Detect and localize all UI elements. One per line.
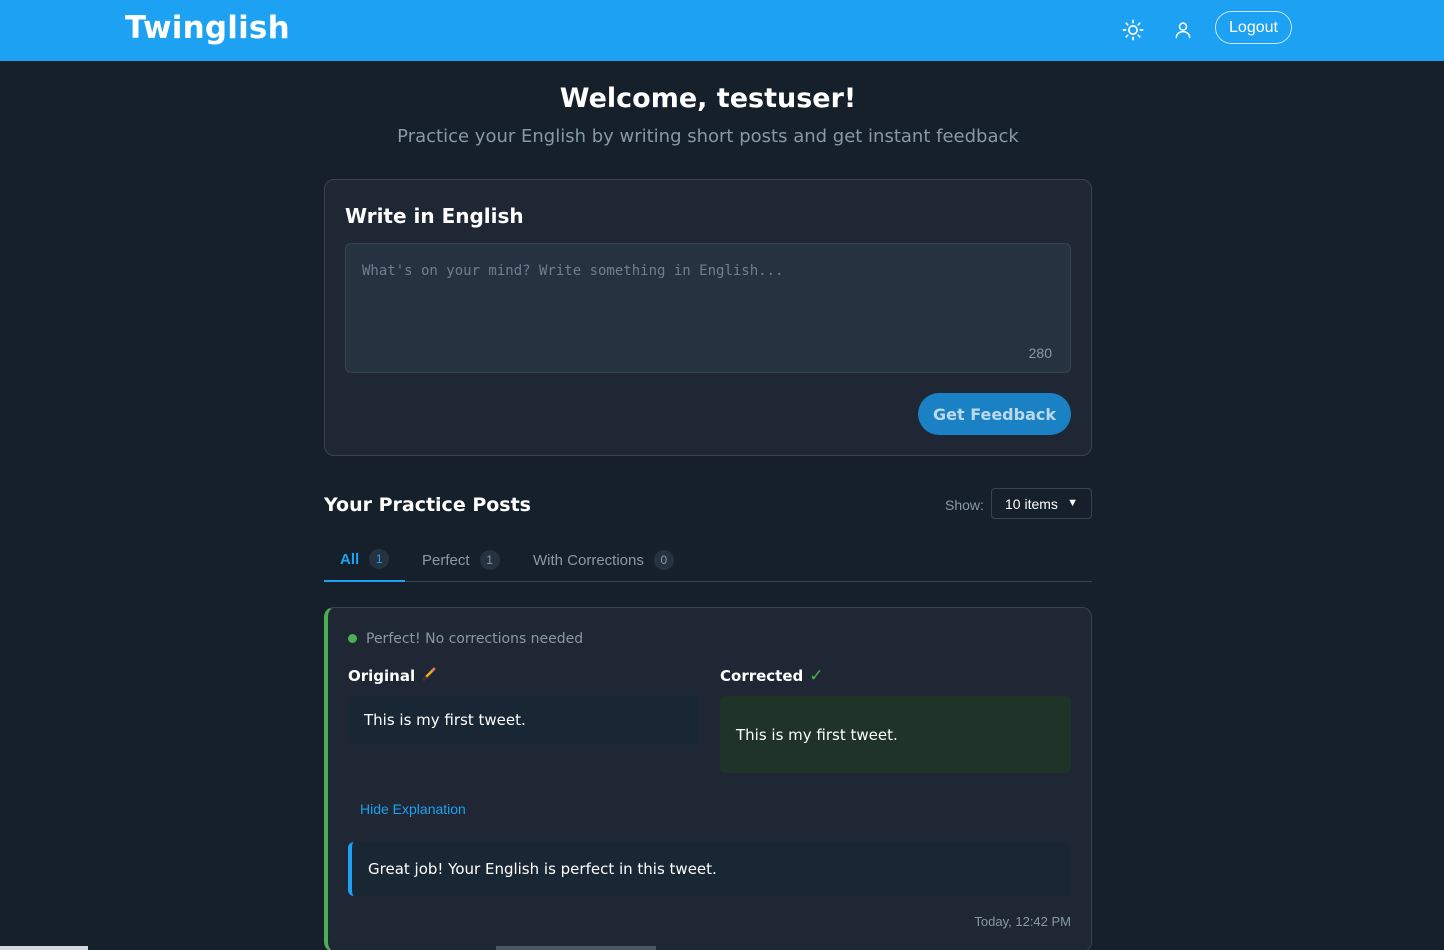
original-label: Original	[348, 666, 437, 686]
theme-toggle-button[interactable]	[1117, 14, 1149, 46]
welcome-subtitle: Practice your English by writing short p…	[397, 126, 1019, 147]
logout-button[interactable]: Logout	[1215, 11, 1292, 44]
tab-all[interactable]: All 1	[324, 538, 406, 582]
items-per-page-value: 10 items	[1005, 495, 1058, 512]
corrected-label: Corrected ✓	[720, 666, 824, 686]
char-counter: 280	[1028, 345, 1052, 361]
user-icon	[1175, 22, 1191, 39]
chevron-down-icon: ▼	[1067, 497, 1078, 509]
posts-section-title: Your Practice Posts	[324, 494, 531, 516]
post-timestamp: Today, 12:42 PM	[974, 914, 1071, 929]
original-text: This is my first tweet.	[348, 696, 699, 744]
corrected-label-text: Corrected	[720, 667, 804, 685]
horizontal-scrollbar-left[interactable]	[0, 946, 88, 950]
compose-title: Write in English	[345, 204, 524, 228]
top-navbar: Twinglish Logout	[0, 0, 1444, 61]
brand-logo[interactable]: Twinglish	[125, 10, 290, 46]
tab-count-badge: 0	[653, 550, 674, 570]
explanation-box: Great job! Your English is perfect in th…	[348, 842, 1071, 896]
tab-perfect[interactable]: Perfect 1	[406, 538, 516, 582]
tab-count-badge: 1	[479, 550, 500, 570]
tab-label: Perfect	[422, 551, 470, 569]
welcome-title: Welcome, testuser!	[559, 83, 857, 114]
tab-label: With Corrections	[533, 551, 644, 569]
profile-button[interactable]	[1167, 14, 1199, 46]
horizontal-scrollbar-thumb[interactable]	[496, 946, 656, 950]
show-label: Show:	[945, 497, 984, 513]
corrected-text: This is my first tweet.	[720, 696, 1071, 773]
tab-count-badge: 1	[369, 549, 390, 569]
original-label-text: Original	[348, 667, 416, 685]
post-status: Perfect! No corrections needed	[366, 631, 584, 647]
sun-icon	[1122, 19, 1144, 41]
items-per-page-select[interactable]: 10 items ▼	[991, 488, 1092, 519]
get-feedback-button[interactable]: Get Feedback	[918, 393, 1071, 435]
tab-label: All	[340, 550, 360, 568]
hide-explanation-link[interactable]: Hide Explanation	[360, 801, 466, 817]
status-dot-icon	[348, 634, 357, 643]
tab-with-corrections[interactable]: With Corrections 0	[517, 538, 690, 582]
post-input[interactable]	[345, 243, 1071, 373]
checkmark-icon: ✓	[809, 666, 824, 686]
post-card: Perfect! No corrections needed Original …	[324, 607, 1092, 950]
compose-card: Write in English 280 Get Feedback	[324, 179, 1092, 456]
pencil-icon	[421, 666, 437, 686]
